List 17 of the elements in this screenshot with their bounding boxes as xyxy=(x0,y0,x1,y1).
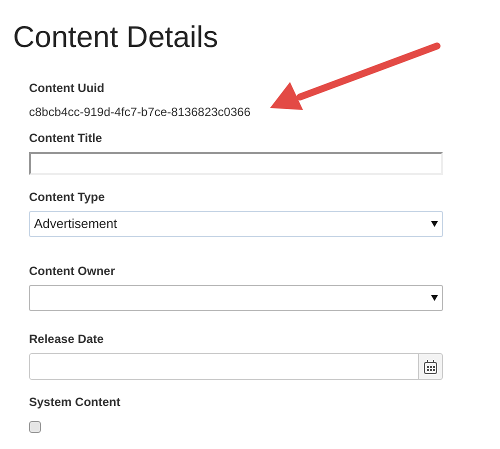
checkbox[interactable] xyxy=(29,421,41,433)
page-heading: Content Details xyxy=(13,20,218,56)
calendar-button[interactable] xyxy=(419,353,443,380)
field-label: Release Date xyxy=(29,331,105,347)
field-label: System Content xyxy=(29,394,122,410)
field-label: Content Title xyxy=(29,130,104,146)
uuid-value: c8bcb4cc-919d-4fc7-b7ce-8136823c0366 xyxy=(29,104,252,120)
field-label: Content Type xyxy=(29,189,106,205)
caret-icon xyxy=(431,295,438,301)
field-label: Content Owner xyxy=(29,263,116,279)
title-input[interactable] xyxy=(29,152,443,175)
dropdown[interactable]: Advertisement xyxy=(29,211,443,237)
calendar-icon xyxy=(424,360,437,374)
caret-icon xyxy=(431,221,438,227)
dropdown[interactable] xyxy=(29,285,443,311)
field-label: Content Uuid xyxy=(29,80,106,96)
date-input[interactable] xyxy=(29,353,419,380)
